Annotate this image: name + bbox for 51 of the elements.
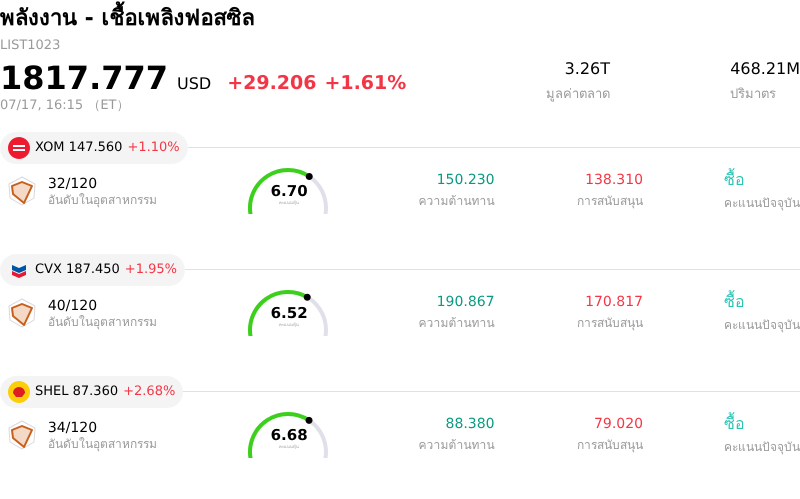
price-value: 1817.777 [0,59,168,97]
logo-icon [8,136,30,158]
stock-chip[interactable]: CVX 187.450 +1.95% [0,254,185,286]
support-value: 79.020 [594,415,644,433]
industry-rank: 40/120 [48,296,98,314]
resistance-value: 150.230 [436,171,495,189]
rating-value: ซื้อ [724,292,746,312]
shell-logo-icon [8,380,30,402]
resistance-label: ความต้านทาน [418,437,495,454]
support-label: การสนับสนุน [577,315,644,332]
score-value: 6.68 [270,426,308,444]
score-value: 6.52 [270,304,308,322]
currency: USD [177,73,212,95]
rating-value: ซื้อ [724,414,746,434]
stock-change: +2.68% [123,382,176,401]
stock-symbol-price: CVX 187.450 [35,260,120,279]
stat-value: 468.21M [730,59,800,79]
list-code: LIST1023 [0,37,62,55]
stock-symbol-price: XOM 147.560 [35,138,122,157]
resistance-label: ความต้านทาน [418,315,495,332]
stock-change: +1.95% [124,260,177,279]
radar-chart-icon [8,298,36,328]
stat-label: มูลค่าตลาด [546,86,610,104]
industry-rank-label: อันดับในอุตสาหกรรม [48,436,158,450]
industry-rank: 34/120 [48,418,98,436]
resistance-label: ความต้านทาน [418,193,495,210]
radar-chart-icon [8,176,36,206]
stat-label: ปริมาตร [730,86,776,104]
industry-rank-label: อันดับในอุตสาหกรรม [48,314,158,328]
rating-value: ซื้อ [724,170,746,190]
stat-value: 3.26T [564,59,610,79]
resistance-value: 88.380 [446,415,495,433]
rating-label: คะแนนปัจจุบัน [724,194,800,212]
support-value: 138.310 [585,171,644,189]
price-change-percent: +1.61% [324,71,406,96]
stock-symbol-price: SHEL 87.360 [35,382,118,401]
radar-chart-icon [8,420,36,450]
rating-label: คะแนนปัจจุบัน [724,438,800,456]
support-label: การสนับสนุน [577,193,644,210]
industry-rank-label: อันดับในอุตสาหกรรม [48,192,158,206]
stock-chip[interactable]: SHEL 87.360 +2.68% [0,376,184,408]
score-value: 6.70 [270,182,308,200]
timestamp: 07/17, 16:15 （ET） [0,98,130,114]
stock-chip[interactable]: XOM 147.560 +1.10% [0,132,188,164]
resistance-value: 190.867 [436,293,495,311]
rating-label: คะแนนปัจจุบัน [724,316,800,334]
stock-change: +1.10% [127,138,180,157]
support-label: การสนับสนุน [577,437,644,454]
price-change: +29.206 [227,71,316,96]
industry-rank: 32/120 [48,174,98,192]
support-value: 170.817 [585,293,644,311]
